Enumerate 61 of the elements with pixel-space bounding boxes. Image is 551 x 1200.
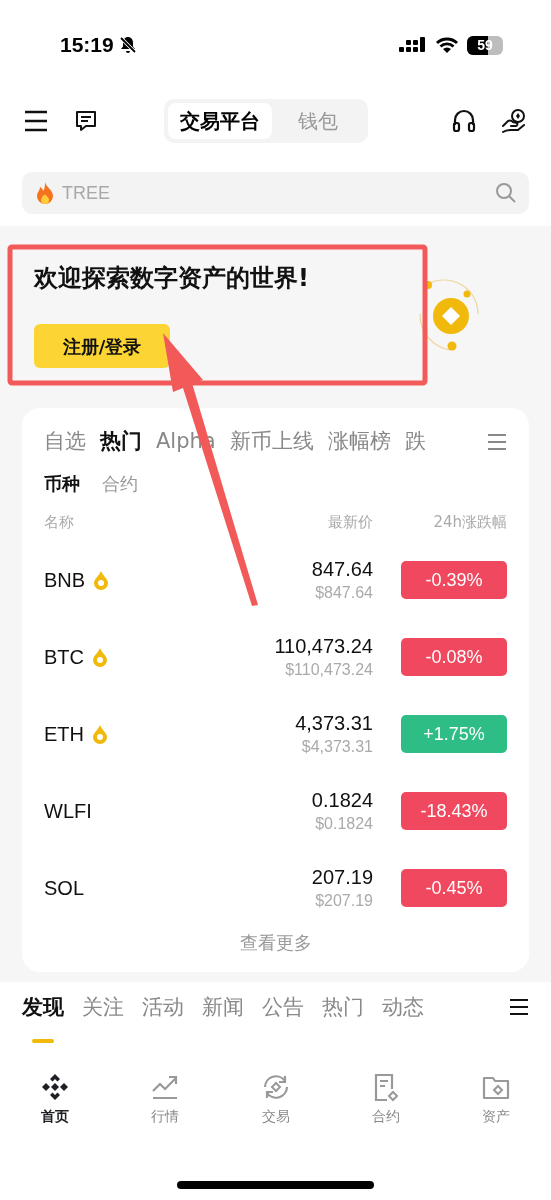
register-login-button[interactable]: 注册/登录 (34, 324, 170, 368)
header-tab[interactable]: 交易平台 (168, 103, 272, 139)
price-text: 4,373.31 (295, 711, 373, 736)
change-badge: -18.43% (401, 792, 507, 830)
usd-price-text: $207.19 (315, 891, 373, 911)
search-field[interactable]: TREE (62, 179, 495, 207)
usd-price-text: $0.1824 (315, 814, 373, 834)
change-badge: +1.75% (401, 715, 507, 753)
sub-tab[interactable]: 合约 (102, 470, 138, 497)
usd-price-text: $847.64 (315, 583, 373, 603)
change-badge: -0.08% (401, 638, 507, 676)
change-badge: -0.45% (401, 869, 507, 907)
see-more-link[interactable]: 查看更多 (239, 928, 312, 956)
change-badge: -0.39% (401, 561, 507, 599)
status-time: 15:19 (60, 32, 114, 59)
mute-bell-icon (117, 35, 138, 55)
diamond-logo-icon (40, 1071, 71, 1102)
coin-symbol: BTC (44, 645, 84, 670)
feed-tab[interactable]: 热门 (322, 991, 364, 1023)
message-icon[interactable] (74, 109, 98, 133)
coin-symbol: SOL (44, 876, 85, 901)
header-tab[interactable]: 钱包 (272, 103, 364, 139)
nav-tab[interactable]: 交易 (220, 1071, 331, 1127)
cellular-signal-icon (399, 35, 427, 55)
headset-icon[interactable] (451, 108, 477, 134)
nav-tab[interactable]: 资产 (440, 1071, 551, 1127)
market-tab[interactable]: 涨幅榜 (327, 426, 391, 458)
price-text: 207.19 (311, 865, 373, 890)
feed-tab[interactable]: 动态 (382, 991, 424, 1023)
coin-symbol: WLFI (44, 799, 92, 824)
price-text: 847.64 (311, 557, 373, 582)
market-tab[interactable]: 新币上线 (229, 426, 314, 458)
banner-title: 欢迎探索数字资产的世界! (34, 263, 310, 294)
column-header: 最新价 (328, 512, 373, 533)
hand-coin-icon[interactable] (501, 108, 527, 134)
search-icon (495, 182, 517, 204)
nav-tab[interactable]: 行情 (110, 1071, 221, 1127)
feed-tab[interactable]: 关注 (82, 991, 124, 1023)
sub-tab[interactable]: 币种 (44, 470, 80, 497)
market-tab[interactable]: 跌 (404, 426, 426, 458)
feed-tab[interactable]: 发现 (22, 991, 64, 1023)
coin-symbol: ETH (44, 722, 84, 747)
coin-symbol: BNB (44, 568, 86, 593)
wifi-icon (435, 36, 459, 54)
menu-icon[interactable] (24, 110, 48, 132)
market-tab[interactable]: 热门 (100, 426, 142, 458)
usd-price-text: $110,473.24 (285, 660, 373, 680)
price-text: 110,473.24 (274, 634, 373, 659)
column-header: 24h涨跌幅 (432, 512, 507, 533)
search-bar[interactable]: TREE (22, 172, 529, 214)
price-text: 0.1824 (311, 788, 373, 813)
feed-tab[interactable]: 公告 (262, 991, 304, 1023)
feed-tab[interactable]: 新闻 (202, 991, 244, 1023)
usd-price-text: $4,373.31 (301, 737, 373, 757)
menu-icon[interactable] (509, 997, 529, 1016)
feed-tab[interactable]: 活动 (142, 991, 184, 1023)
fire-icon (34, 181, 56, 205)
market-tab[interactable]: 自选 (44, 426, 86, 458)
column-header: 名称 (44, 512, 75, 533)
nav-tab[interactable]: 合约 (330, 1071, 441, 1127)
nav-tab[interactable]: 首页 (0, 1071, 111, 1127)
